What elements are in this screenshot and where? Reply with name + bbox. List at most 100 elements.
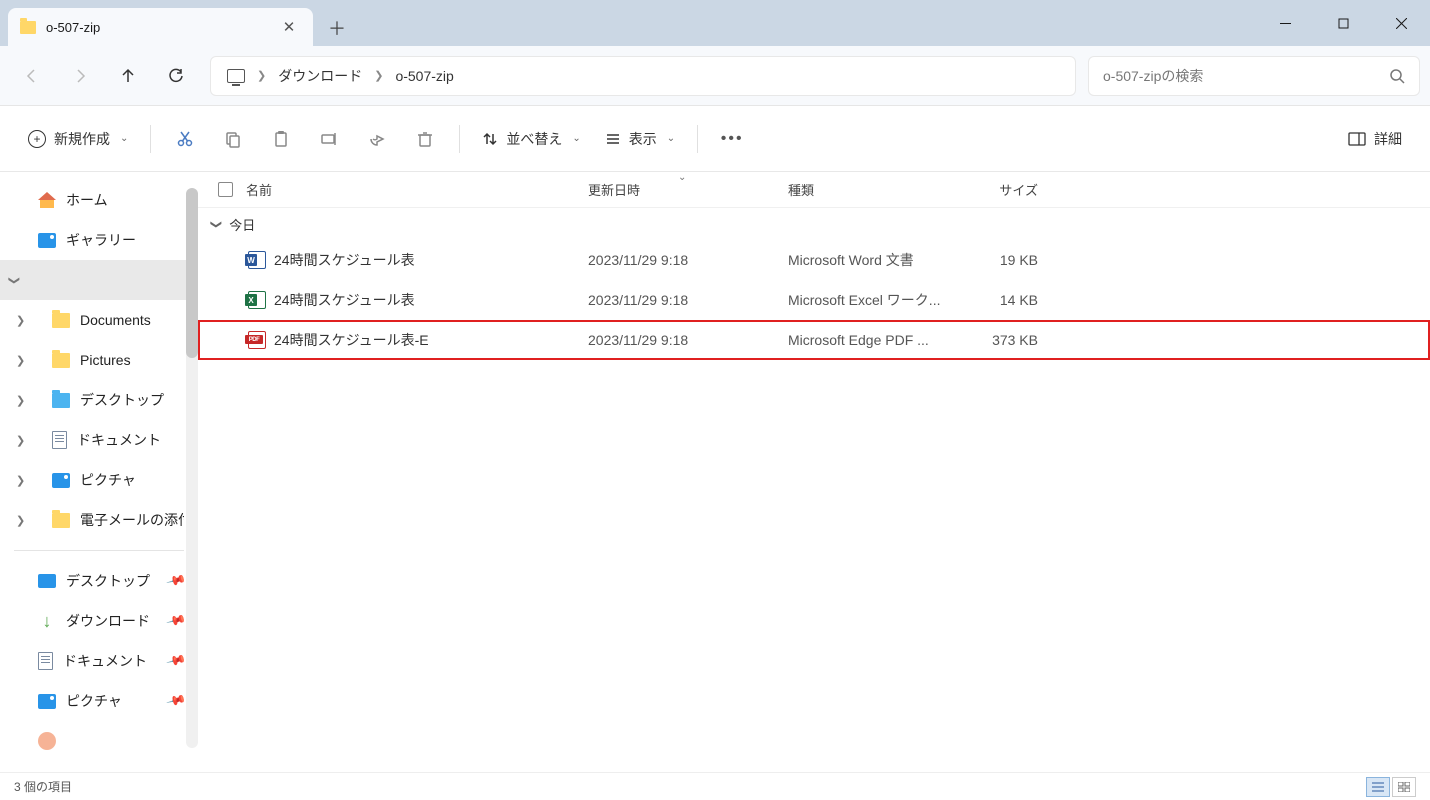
- paste-button[interactable]: [259, 119, 303, 159]
- column-header-name[interactable]: 名前: [238, 180, 588, 199]
- sidebar-quick-music[interactable]: [0, 721, 198, 761]
- sidebar-item-email[interactable]: ❯ 電子メールの添付: [0, 500, 198, 540]
- nav-refresh-button[interactable]: [154, 56, 198, 96]
- breadcrumb-root[interactable]: [219, 57, 253, 95]
- group-header-today[interactable]: ❯今日: [198, 208, 1430, 240]
- sidebar-item-documents[interactable]: ❯Documents: [0, 300, 198, 340]
- sidebar-item-document[interactable]: ❯ドキュメント: [0, 420, 198, 460]
- sidebar: ホーム ギャラリー ❯ ❯Documents ❯Pictures ❯デスクトップ…: [0, 172, 198, 772]
- separator: [459, 125, 460, 153]
- titlebar: o-507-zip ✕ ＋: [0, 0, 1430, 46]
- download-icon: ↓: [38, 614, 56, 629]
- search-input[interactable]: o-507-zipの検索: [1088, 56, 1420, 96]
- chevron-down-icon: ⌄: [667, 133, 675, 144]
- folder-icon: [52, 393, 70, 408]
- music-icon: [38, 732, 56, 750]
- chevron-right-icon[interactable]: ❯: [370, 69, 387, 82]
- view-button[interactable]: 表示 ⌄: [595, 119, 685, 159]
- sidebar-item-label: ピクチャ: [80, 470, 136, 490]
- delete-button[interactable]: [403, 119, 447, 159]
- sidebar-scrollbar-thumb[interactable]: [186, 188, 198, 358]
- breadcrumb-seg-downloads[interactable]: ダウンロード: [270, 57, 370, 95]
- sidebar-item-label: Pictures: [80, 352, 131, 368]
- select-all-checkbox[interactable]: [198, 182, 238, 197]
- status-bar: 3 個の項目: [0, 772, 1430, 800]
- sidebar-quick-document[interactable]: ドキュメント📌: [0, 641, 198, 681]
- document-icon: [52, 431, 67, 449]
- file-row[interactable]: 24時間スケジュール表 2023/11/29 9:18 Microsoft Wo…: [198, 240, 1430, 280]
- rename-button[interactable]: [307, 119, 351, 159]
- sidebar-item-label: デスクトップ: [66, 571, 150, 591]
- chevron-right-icon[interactable]: ❯: [253, 69, 270, 82]
- file-row[interactable]: 24時間スケジュール表 2023/11/29 9:18 Microsoft Ex…: [198, 280, 1430, 320]
- chevron-down-icon: ⌄: [120, 133, 128, 144]
- gallery-icon: [38, 233, 56, 248]
- sidebar-quick-desktop[interactable]: デスクトップ 📌: [0, 561, 198, 601]
- file-type: Microsoft Edge PDF ...: [788, 332, 958, 348]
- share-button[interactable]: [355, 119, 399, 159]
- tab-add-button[interactable]: ＋: [319, 10, 355, 46]
- sidebar-item-selected[interactable]: ❯: [0, 260, 198, 300]
- view-details-button[interactable]: [1366, 777, 1390, 797]
- chevron-right-icon[interactable]: ❯: [16, 514, 25, 527]
- sidebar-item-label: ピクチャ: [66, 691, 122, 711]
- details-pane-icon: [1348, 132, 1366, 146]
- view-mode-toggle: [1366, 777, 1416, 797]
- details-pane-button[interactable]: 詳細: [1338, 119, 1412, 159]
- chevron-right-icon[interactable]: ❯: [16, 474, 25, 487]
- chevron-right-icon[interactable]: ❯: [16, 434, 25, 447]
- window-minimize-button[interactable]: [1256, 0, 1314, 46]
- folder-icon: [52, 513, 70, 528]
- column-header-size[interactable]: サイズ: [958, 180, 1068, 199]
- sidebar-quick-download[interactable]: ↓ダウンロード📌: [0, 601, 198, 641]
- search-placeholder: o-507-zipの検索: [1103, 66, 1389, 86]
- chevron-right-icon[interactable]: ❯: [16, 314, 25, 327]
- pin-icon: 📌: [165, 570, 187, 592]
- view-thumbnails-button[interactable]: [1392, 777, 1416, 797]
- sidebar-item-picture[interactable]: ❯ ピクチャ: [0, 460, 198, 500]
- breadcrumb-seg-folder[interactable]: o-507-zip: [387, 57, 461, 95]
- sort-button[interactable]: 並べ替え ⌄: [472, 119, 590, 159]
- sidebar-item-desktop[interactable]: ❯デスクトップ: [0, 380, 198, 420]
- column-header-type[interactable]: 種類: [788, 180, 958, 199]
- file-date: 2023/11/29 9:18: [588, 292, 788, 308]
- chevron-right-icon[interactable]: ❯: [16, 394, 25, 407]
- plus-circle-icon: +: [28, 130, 46, 148]
- nav-up-button[interactable]: [106, 56, 150, 96]
- breadcrumb-label: ダウンロード: [278, 66, 362, 86]
- window-close-button[interactable]: [1372, 0, 1430, 46]
- view-icon: [605, 131, 621, 147]
- file-row-highlighted[interactable]: 24時間スケジュール表-E 2023/11/29 9:18 Microsoft …: [198, 320, 1430, 360]
- address-path[interactable]: ❯ ダウンロード ❯ o-507-zip: [210, 56, 1076, 96]
- sidebar-item-pictures[interactable]: ❯ Pictures: [0, 340, 198, 380]
- nav-forward-button[interactable]: [58, 56, 102, 96]
- chevron-down-icon: ❯: [8, 275, 21, 284]
- window-controls: [1256, 0, 1430, 46]
- chevron-right-icon[interactable]: ❯: [16, 354, 25, 367]
- new-label: 新規作成: [54, 129, 110, 149]
- more-button[interactable]: •••: [710, 119, 754, 159]
- file-size: 19 KB: [958, 252, 1068, 268]
- sidebar-item-gallery[interactable]: ギャラリー: [0, 220, 198, 260]
- file-size: 373 KB: [958, 332, 1068, 348]
- file-type: Microsoft Word 文書: [788, 250, 958, 270]
- copy-button[interactable]: [211, 119, 255, 159]
- word-file-icon: [248, 251, 266, 269]
- sort-desc-icon: ⌄: [678, 172, 686, 183]
- pc-icon: [227, 69, 245, 83]
- nav-back-button[interactable]: [10, 56, 54, 96]
- sort-label: 並べ替え: [506, 129, 562, 149]
- file-name: 24時間スケジュール表: [274, 250, 588, 270]
- tab-close-button[interactable]: ✕: [277, 15, 301, 39]
- sidebar-item-label: 電子メールの添付: [80, 510, 184, 530]
- column-header-date[interactable]: ⌄更新日時: [588, 180, 788, 199]
- sidebar-quick-picture[interactable]: ピクチャ📌: [0, 681, 198, 721]
- sidebar-item-home[interactable]: ホーム: [0, 180, 198, 220]
- pin-icon: 📌: [165, 610, 187, 632]
- new-button[interactable]: + 新規作成 ⌄: [18, 119, 138, 159]
- window-maximize-button[interactable]: [1314, 0, 1372, 46]
- tab-current[interactable]: o-507-zip ✕: [8, 8, 313, 46]
- picture-icon: [38, 694, 56, 709]
- cut-button[interactable]: [163, 119, 207, 159]
- pin-icon: 📌: [165, 650, 187, 672]
